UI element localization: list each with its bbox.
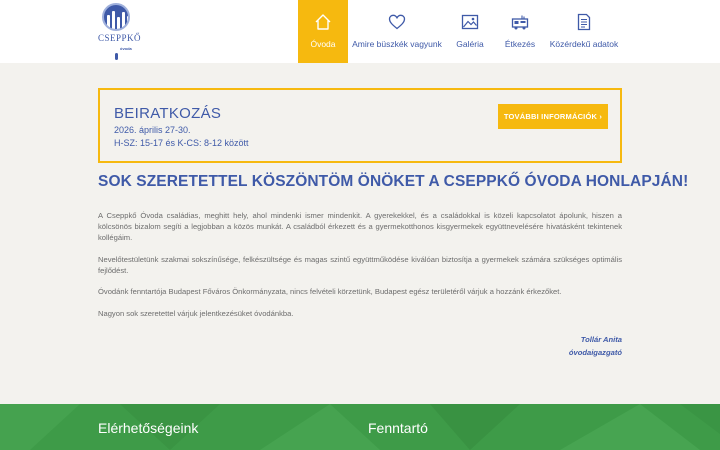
nav-item-etkezes[interactable]: Étkezés bbox=[498, 0, 542, 63]
logo-emblem bbox=[102, 3, 130, 31]
site-footer: Elérhetőségeink Fenntartó bbox=[0, 404, 720, 450]
document-icon bbox=[548, 13, 620, 31]
nav-label-galeria: Galéria bbox=[456, 39, 484, 49]
site-logo[interactable]: CSEPPKŐ óvoda bbox=[98, 3, 142, 61]
paragraph: Nevelőtestületünk szakmai sokszínűsége, … bbox=[98, 254, 622, 275]
nav-label-kozerdeku-adatok: Közérdekű adatok bbox=[549, 39, 619, 49]
nav-item-ovoda[interactable]: Óvoda bbox=[298, 0, 348, 63]
nav-item-kozerdeku-adatok[interactable]: Közérdekű adatok bbox=[548, 0, 620, 63]
banner-title: BEIRATKOZÁS bbox=[114, 105, 222, 122]
home-icon bbox=[298, 13, 348, 31]
footer-maintainer-heading: Fenntartó bbox=[368, 420, 428, 436]
nav-label-amire-buszkek-vagyunk: Amire büszkék vagyunk bbox=[352, 39, 442, 49]
image-icon bbox=[448, 13, 492, 31]
logo-subtext: óvoda bbox=[120, 46, 132, 51]
paragraph: A Cseppkő Óvoda családias, meghitt hely,… bbox=[98, 211, 622, 243]
banner-date: 2026. április 27-30. bbox=[114, 125, 191, 135]
signature-name: Tollár Anita bbox=[580, 335, 622, 344]
more-info-button[interactable]: TOVÁBBI INFORMÁCIÓK › bbox=[498, 104, 608, 129]
page-title: SOK SZERETETTEL KÖSZÖNTÖM ÖNÖKET A CSEPP… bbox=[98, 173, 689, 190]
paragraph: Óvodánk fenntartója Budapest Főváros Önk… bbox=[98, 287, 562, 297]
banner-hours: H-SZ: 15-17 és K-CS: 8-12 között bbox=[114, 138, 249, 148]
nav-label-etkezes: Étkezés bbox=[504, 39, 536, 49]
nav-item-galeria[interactable]: Galéria bbox=[448, 0, 492, 63]
site-header: CSEPPKŐ óvoda Óvoda Amire büszkék vagyun… bbox=[0, 0, 720, 63]
welcome-text: A Cseppkő Óvoda családias, meghitt hely,… bbox=[98, 210, 622, 329]
nav-label-ovoda: Óvoda bbox=[310, 39, 336, 49]
enrollment-banner: BEIRATKOZÁS 2026. április 27-30. H-SZ: 1… bbox=[98, 88, 622, 163]
nav-item-amire-buszkek-vagyunk[interactable]: Amire büszkék vagyunk bbox=[350, 0, 444, 63]
logo-text: CSEPPKŐ bbox=[98, 33, 142, 43]
logo-drop bbox=[115, 53, 118, 60]
heart-icon bbox=[350, 13, 444, 31]
paragraph: Nagyon sok szeretettel várjuk jelentkezé… bbox=[98, 308, 294, 318]
signature-role: óvodaigazgató bbox=[568, 348, 622, 357]
footer-contacts-heading: Elérhetőségeink bbox=[98, 420, 199, 436]
food-truck-icon bbox=[498, 13, 542, 31]
